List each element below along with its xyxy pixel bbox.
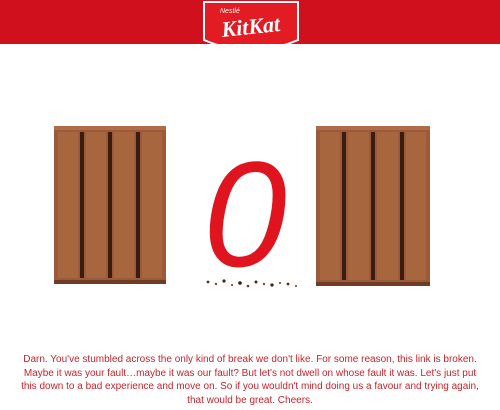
error-zero-digit: 0 xyxy=(203,134,286,294)
error-message: Darn. You've stumbled across the only ki… xyxy=(21,354,479,406)
chocolate-crumbs-icon xyxy=(206,279,297,288)
chocolate-bar-right-icon xyxy=(316,126,430,286)
brand-parent-text: Nestlé xyxy=(220,8,240,15)
chocolate-bar-left-icon xyxy=(54,126,166,284)
error-illustration: 0 xyxy=(0,44,500,334)
error-code-digit: 0 xyxy=(203,134,286,294)
